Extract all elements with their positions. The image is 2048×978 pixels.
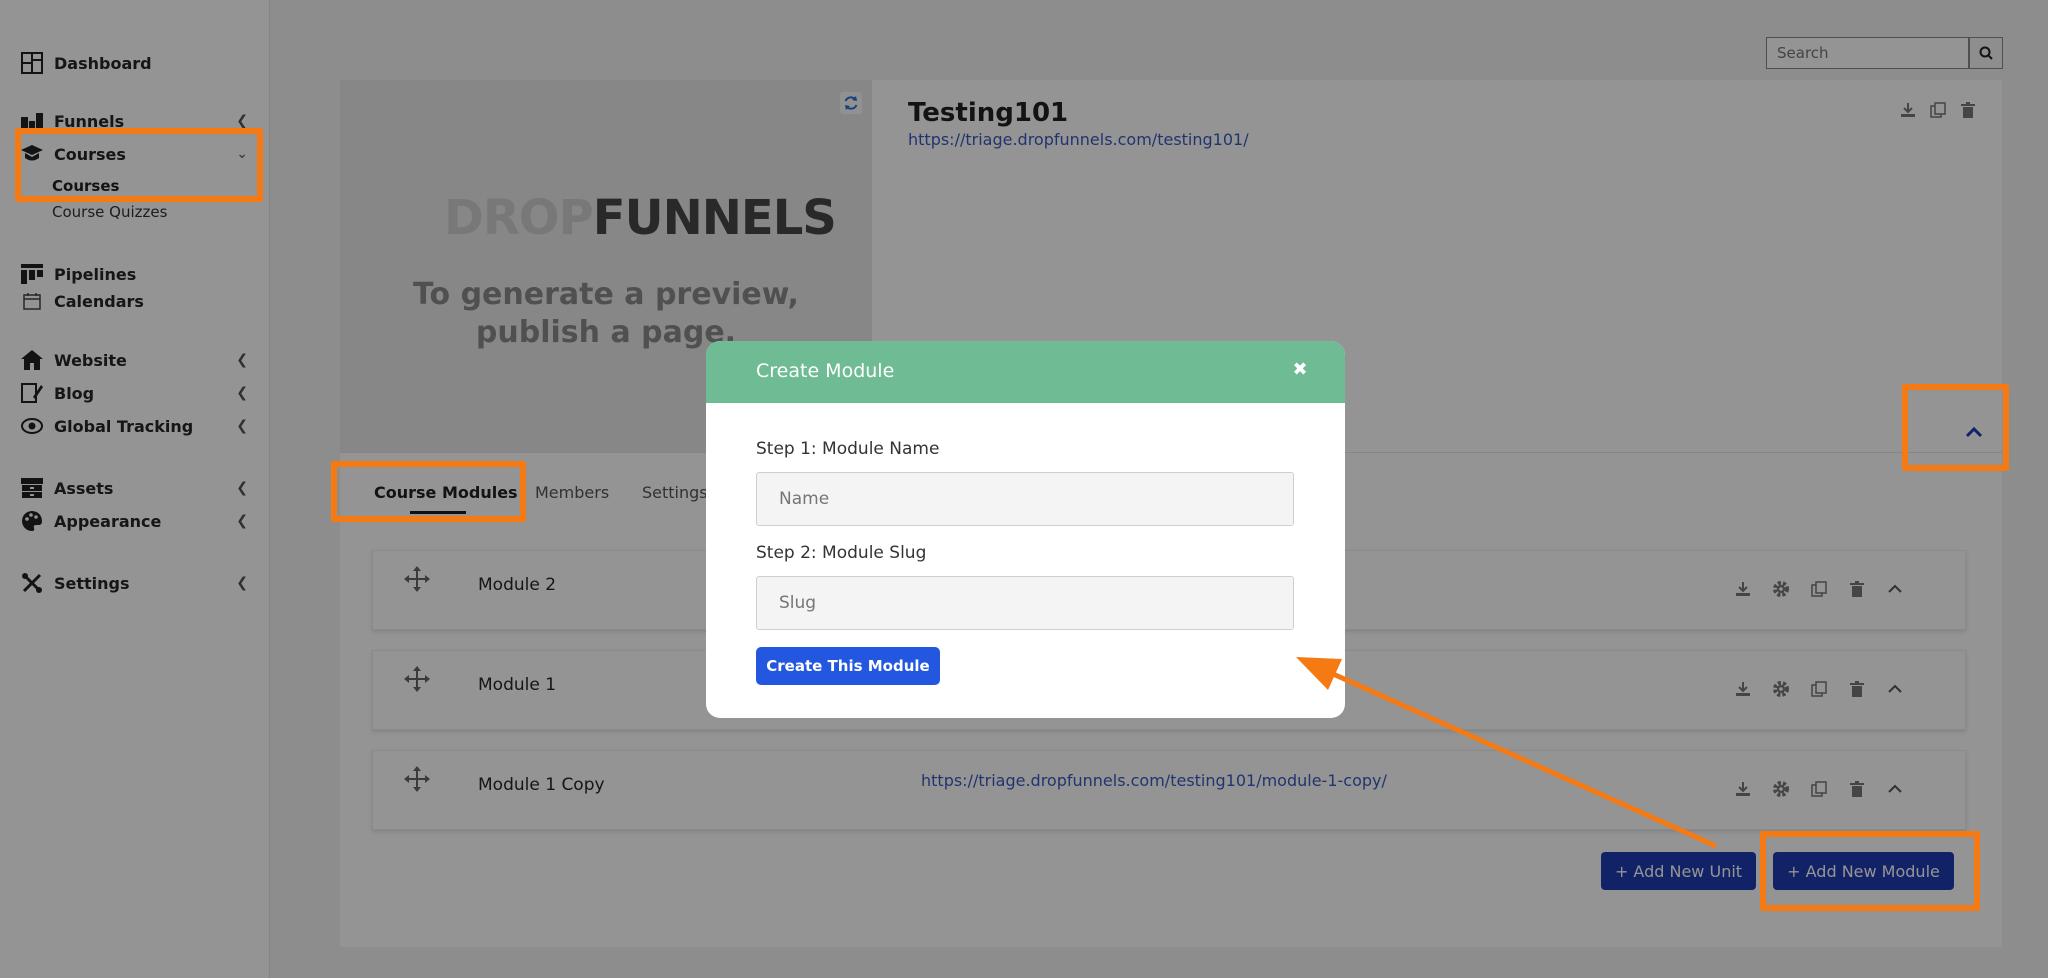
module-slug-input[interactable] [756,576,1294,630]
create-module-button[interactable]: Create This Module [756,647,940,685]
create-module-modal: Create Module ✖ Step 1: Module Name Step… [706,341,1345,718]
module-name-input[interactable] [756,472,1294,526]
module-name-label: Step 1: Module Name [756,439,940,459]
close-icon[interactable]: ✖ [1290,359,1310,380]
module-slug-label: Step 2: Module Slug [756,543,927,563]
modal-title: Create Module [756,360,895,382]
highlight-collapse-toggle [1902,384,2009,471]
highlight-course-modules-tab [331,461,526,522]
highlight-courses-nav [15,128,263,202]
highlight-add-module-button [1760,831,1980,911]
modal-header: Create Module ✖ [706,341,1345,403]
